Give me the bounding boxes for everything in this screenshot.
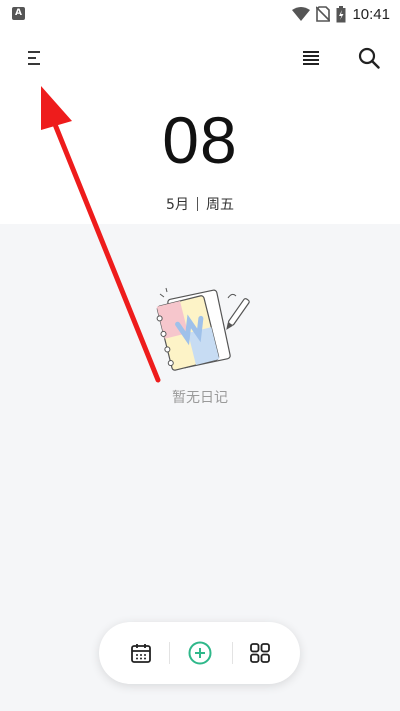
bottom-toolbar [99,622,300,684]
toolbar-divider [232,642,233,664]
no-sim-icon [316,6,331,22]
list-view-icon [303,51,319,65]
status-icons: 10:41 [292,4,390,24]
wifi-icon [292,7,311,21]
app-notification-icon: A [12,7,25,20]
status-bar: A 10:41 [0,0,400,30]
search-icon [358,47,380,69]
date-month-weekday: 5月 周五 [0,194,400,214]
date-weekday: 周五 [205,197,234,213]
calendar-button[interactable] [127,639,155,667]
grid-icon [250,643,270,663]
empty-state-message: 暂无日记 [172,390,228,406]
date-month: 5月 [166,197,189,213]
menu-icon [28,51,40,65]
notebook-and-pen-illustration [156,287,250,371]
add-diary-button[interactable] [186,639,214,667]
date-separator [196,197,198,211]
toolbar-divider [169,642,170,664]
add-circle-icon [188,641,212,665]
menu-button[interactable] [20,44,48,72]
calendar-icon [131,644,151,663]
top-bar [0,36,400,80]
grid-button[interactable] [246,639,274,667]
search-button[interactable] [355,44,383,72]
list-view-button[interactable] [297,44,325,72]
battery-charging-icon [336,5,346,22]
date-day: 08 [162,103,238,177]
status-time: 10:41 [352,5,390,23]
